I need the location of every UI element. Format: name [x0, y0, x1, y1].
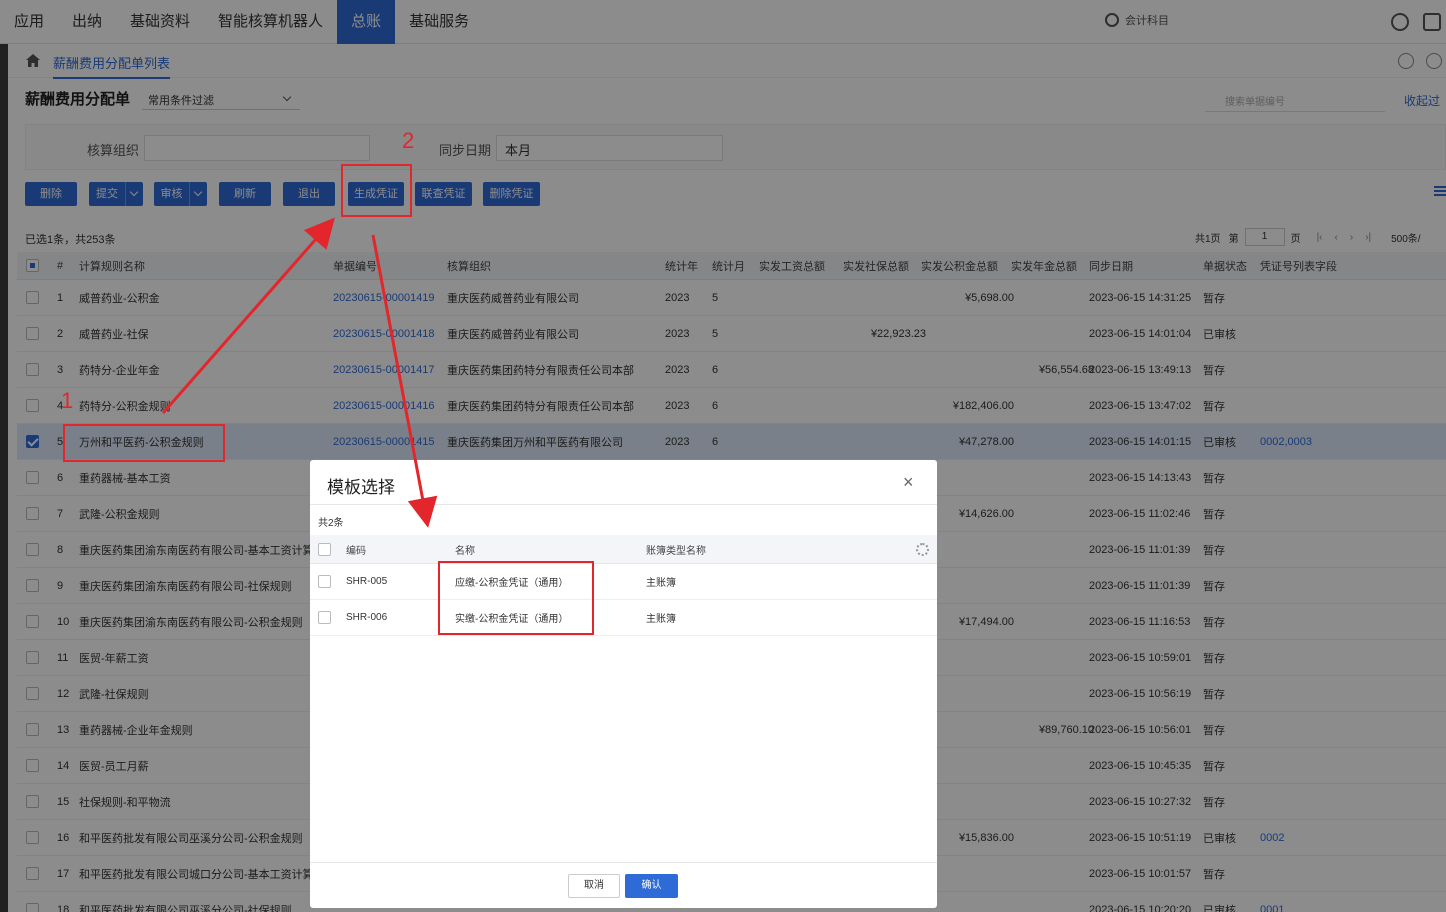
template-row[interactable]: SHR-005 应缴-公积金凭证（通用） 主账簿 [310, 564, 937, 600]
template-table-header: 编码 名称 账簿类型名称 [310, 535, 937, 564]
close-icon[interactable]: × [903, 472, 914, 493]
gear-icon[interactable] [916, 543, 929, 556]
annotation-box-templates [438, 561, 594, 635]
dialog-divider [310, 504, 937, 505]
app-window: 应用 出纳 基础资料 智能核算机器人 总账 基础服务 会计科目 薪酬费用分配单列… [0, 0, 1446, 912]
col-book-type: 账簿类型名称 [646, 545, 706, 557]
template-table: 编码 名称 账簿类型名称 SHR-005 应缴-公积金凭证（通用） 主账簿 SH… [310, 535, 937, 636]
col-name: 名称 [455, 545, 475, 557]
dialog-footer-divider [310, 862, 937, 863]
template-select-all-checkbox[interactable] [318, 542, 331, 556]
dialog-count: 共2条 [318, 518, 344, 529]
template-code: SHR-005 [346, 576, 388, 587]
dialog-title: 模板选择 [327, 478, 395, 497]
template-book: 主账簿 [646, 614, 676, 625]
template-row-check-cell [318, 600, 331, 635]
confirm-button[interactable]: 确认 [625, 874, 678, 898]
annotation-box-selected-row [63, 424, 225, 462]
template-row-check-cell [318, 564, 331, 599]
template-code: SHR-006 [346, 612, 388, 623]
col-code: 编码 [346, 545, 366, 557]
template-row[interactable]: SHR-006 实缴-公积金凭证（通用） 主账簿 [310, 600, 937, 636]
template-select-all-cell [318, 535, 331, 563]
cancel-button[interactable]: 取消 [568, 874, 620, 898]
annotation-number-1: 1 [61, 388, 74, 413]
annotation-box-generate-voucher [341, 164, 412, 217]
template-book: 主账簿 [646, 578, 676, 589]
template-row-checkbox[interactable] [318, 575, 331, 588]
template-select-dialog: 模板选择 × 共2条 编码 名称 账簿类型名称 SHR-005 应缴-公积金凭证… [310, 460, 937, 908]
template-row-checkbox[interactable] [318, 611, 331, 624]
annotation-number-2: 2 [402, 128, 415, 153]
